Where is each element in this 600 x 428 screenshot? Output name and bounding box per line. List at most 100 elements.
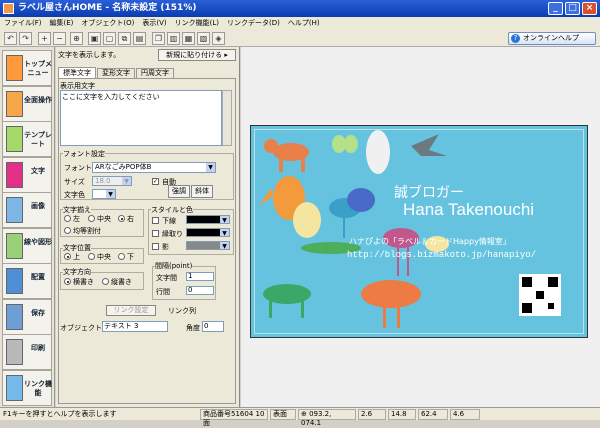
menu-link[interactable]: リンク機能(L) xyxy=(171,17,223,30)
status-bar: F1キーを押すとヘルプを表示します 商品番号51604 10面 表面 ⊕ 093… xyxy=(0,407,600,427)
bring-front-icon[interactable]: ▣ xyxy=(88,32,101,45)
vertical-label: 縦書き xyxy=(111,278,132,286)
all-edit-icon xyxy=(6,90,23,117)
copy-icon[interactable]: ❐ xyxy=(152,32,165,45)
shadow-label: 影 xyxy=(162,243,169,251)
bold-button[interactable]: 強調 xyxy=(168,185,190,198)
text-color-select[interactable]: ▼ xyxy=(92,189,116,199)
vpos-top-radio[interactable] xyxy=(64,253,71,260)
sidebar-item-home[interactable]: トップメニュー xyxy=(2,50,52,86)
text-scrollbar[interactable] xyxy=(222,90,232,146)
sidebar-item-link[interactable]: リンク機能 xyxy=(2,369,52,406)
align-center-label: 中央 xyxy=(97,215,111,223)
lock-icon[interactable]: ▤ xyxy=(133,32,146,45)
label-card[interactable]: 誠ブロガー Hana Takenouchi ハナぴよの「ラベル＆カードHappy… xyxy=(250,125,588,338)
link-setting-button[interactable]: リンク設定 xyxy=(106,305,156,316)
tab-standard-text[interactable]: 標準文字 xyxy=(58,67,96,78)
title-bar: ラベル屋さんHOME - 名称未設定 (151%) _ □ × xyxy=(0,0,600,17)
ostrich-icon xyxy=(361,280,421,328)
minimize-button[interactable]: _ xyxy=(548,2,563,15)
send-back-icon[interactable]: ▢ xyxy=(103,32,116,45)
undo-icon[interactable]: ↶ xyxy=(4,32,17,45)
font-value: ARなごみPOP体B xyxy=(95,163,152,171)
angle-input[interactable]: 0 xyxy=(202,321,224,332)
align-even-radio[interactable] xyxy=(64,227,71,234)
menu-edit[interactable]: 編集(E) xyxy=(46,17,78,30)
outline-checkbox[interactable] xyxy=(152,230,159,237)
qr-code-icon xyxy=(519,274,561,316)
maximize-button[interactable]: □ xyxy=(565,2,580,15)
menu-object[interactable]: オブジェクト(O) xyxy=(77,17,138,30)
status-dim-w: 62.4 xyxy=(418,409,448,420)
online-help-label: オンラインヘルプ xyxy=(523,34,579,42)
sidebar-item-image[interactable]: 画像 xyxy=(2,192,52,228)
sidebar-item-label: 画像 xyxy=(31,202,45,210)
auto-size-checkbox[interactable]: ✓ xyxy=(152,178,159,185)
char-spacing-label: 文字間 xyxy=(156,274,177,282)
sidebar-item-label: 全面操作 xyxy=(24,95,52,104)
menu-help[interactable]: ヘルプ(H) xyxy=(284,17,324,30)
chevron-down-icon: ▼ xyxy=(122,177,131,185)
sidebar-item-save[interactable]: 保存 xyxy=(2,298,52,335)
size-select[interactable]: 18.0 ▼ xyxy=(92,176,132,186)
vpos-middle-radio[interactable] xyxy=(88,253,95,260)
redo-icon[interactable]: ↷ xyxy=(19,32,32,45)
outline-label: 縁取り xyxy=(162,230,183,238)
line-spacing-input[interactable]: 0 xyxy=(186,286,214,295)
font-select[interactable]: ARなごみPOP体B ▼ xyxy=(92,162,216,173)
sidebar-item-template[interactable]: テンプレート xyxy=(2,121,52,157)
zoom-in-icon[interactable]: + xyxy=(38,32,51,45)
status-size-h: 14.8 xyxy=(388,409,416,420)
grid-icon[interactable]: ▦ xyxy=(182,32,195,45)
shadow-color[interactable]: ▼ xyxy=(186,241,230,250)
close-button[interactable]: × xyxy=(582,2,597,15)
text-input[interactable]: ここに文字を入力してください xyxy=(60,90,222,146)
chevron-down-icon: ▼ xyxy=(220,229,229,237)
vpos-bottom-radio[interactable] xyxy=(118,253,125,260)
font-section-label: フォント設定 xyxy=(63,149,105,159)
new-paste-button[interactable]: 新規に貼り付ける ▸ xyxy=(158,49,236,61)
sidebar-item-shape[interactable]: 線や図形 xyxy=(2,227,52,264)
menu-link-data[interactable]: リンクデータ(D) xyxy=(223,17,284,30)
link-data-icon[interactable]: ▧ xyxy=(197,32,210,45)
chevron-down-icon: ▼ xyxy=(206,163,215,172)
underline-color[interactable]: ▼ xyxy=(186,215,230,224)
vpos-top-label: 上 xyxy=(73,253,80,261)
dog-icon xyxy=(263,284,311,318)
rabbit-icon xyxy=(293,202,321,238)
tab-circular-text[interactable]: 円周文字 xyxy=(136,68,174,78)
group-icon[interactable]: ⧉ xyxy=(118,32,131,45)
horizontal-radio[interactable] xyxy=(64,278,71,285)
link-icon xyxy=(6,374,23,401)
window-title: ラベル屋さんHOME - 名称未設定 (151%) xyxy=(18,3,197,13)
cursor-icon: ⊕ xyxy=(301,410,310,418)
italic-button[interactable]: 斜体 xyxy=(191,185,213,198)
print-preview-icon[interactable]: ◈ xyxy=(212,32,225,45)
paste-icon[interactable]: ▥ xyxy=(167,32,180,45)
tab-transformed-text[interactable]: 変形文字 xyxy=(97,68,135,78)
char-spacing-input[interactable]: 1 xyxy=(186,272,214,281)
vertical-radio[interactable] xyxy=(102,278,109,285)
outline-color[interactable]: ▼ xyxy=(186,228,230,237)
status-product: 商品番号51604 10面 xyxy=(200,409,268,427)
menu-bar: ファイル(F) 編集(E) オブジェクト(O) 表示(V) リンク機能(L) リンクデータ… xyxy=(0,17,600,30)
align-center-radio[interactable] xyxy=(88,215,95,222)
zoom-out-icon[interactable]: − xyxy=(53,32,66,45)
shadow-checkbox[interactable] xyxy=(152,243,159,250)
sidebar: トップメニュー全面操作テンプレート 文字画像線や図形 配置 保存印刷リンク機能 xyxy=(0,47,55,407)
sidebar-item-print[interactable]: 印刷 xyxy=(2,334,52,370)
align-left-radio[interactable] xyxy=(64,215,71,222)
online-help-button[interactable]: ? オンラインヘルプ xyxy=(508,32,596,45)
sidebar-item-label: 印刷 xyxy=(31,344,45,352)
sidebar-item-layout[interactable]: 配置 xyxy=(2,263,52,299)
sidebar-item-text[interactable]: 文字 xyxy=(2,156,52,193)
sidebar-item-all-edit[interactable]: 全面操作 xyxy=(2,85,52,122)
direction-section-label: 文字方向 xyxy=(63,267,91,277)
menu-view[interactable]: 表示(V) xyxy=(138,17,170,30)
zoom-fit-icon[interactable]: ⊕ xyxy=(70,32,83,45)
menu-file[interactable]: ファイル(F) xyxy=(0,17,46,30)
object-name-input[interactable]: テキスト 3 xyxy=(102,321,168,332)
align-right-radio[interactable] xyxy=(118,215,125,222)
status-size-w: 2.6 xyxy=(358,409,386,420)
underline-checkbox[interactable] xyxy=(152,217,159,224)
